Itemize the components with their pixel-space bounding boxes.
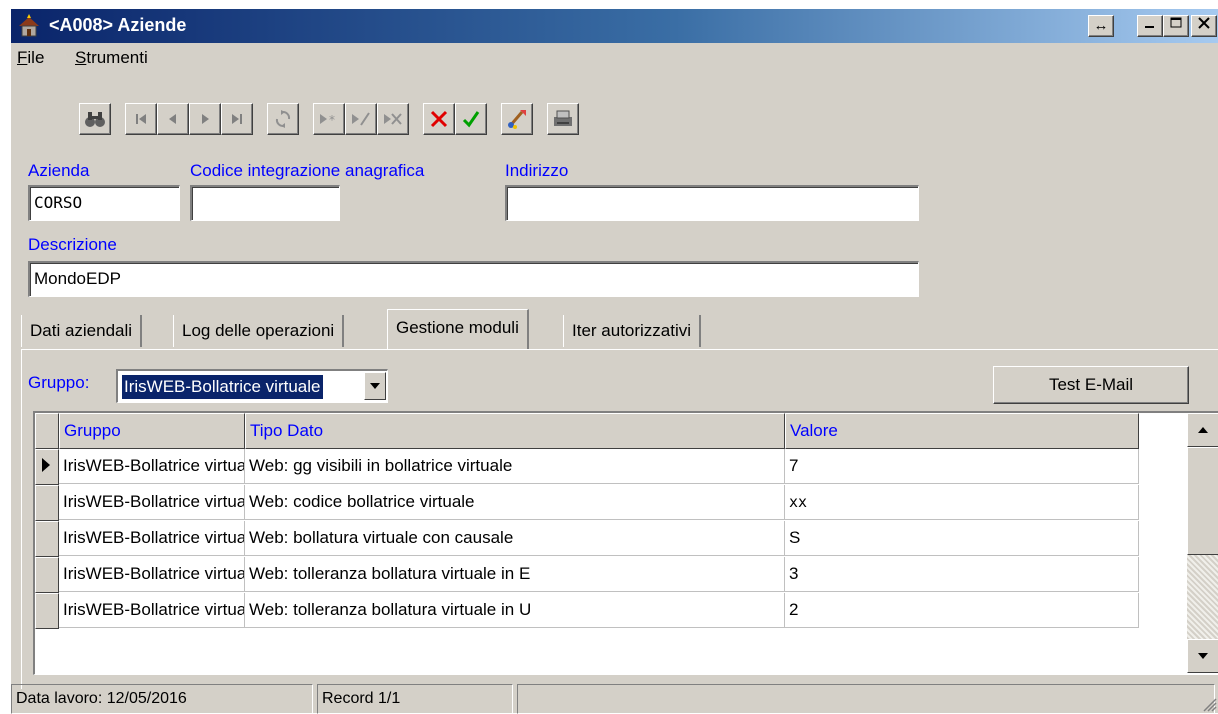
gruppo-selected-value: IrisWEB-Bollatrice virtuale [121, 374, 324, 400]
maximize-icon [1170, 17, 1182, 28]
delete-record-button[interactable] [377, 103, 409, 135]
status-data-lavoro: Data lavoro: 12/05/2016 [11, 684, 313, 714]
table-cell-gruppo[interactable]: IrisWEB-Bollatrice virtuale [59, 485, 245, 520]
edit-record-button[interactable] [345, 103, 377, 135]
moduli-grid: Gruppo Tipo Dato Valore IrisWEB-Bollatri… [33, 411, 1218, 675]
scroll-thumb[interactable] [1187, 447, 1218, 555]
codice-integrazione-field[interactable] [190, 185, 340, 221]
next-record-button[interactable] [189, 103, 221, 135]
table-cell-gruppo[interactable]: IrisWEB-Bollatrice virtuale [59, 449, 245, 484]
binoculars-icon [85, 112, 105, 127]
column-header-tipo-dato[interactable]: Tipo Dato [245, 413, 785, 449]
prev-record-button[interactable] [157, 103, 189, 135]
confirm-check-icon [462, 111, 480, 128]
azienda-label: Azienda [28, 161, 90, 180]
gruppo-label: Gruppo: [28, 373, 90, 392]
tab-log-operazioni[interactable]: Log delle operazioni [173, 315, 345, 347]
status-bar: Data lavoro: 12/05/2016 Record 1/1 [11, 682, 1218, 714]
test-email-button[interactable]: Test E-Mail [993, 366, 1189, 404]
row-indicator[interactable] [35, 449, 59, 485]
status-extra [517, 684, 1215, 714]
restore-arrow-button[interactable]: ↔ [1088, 15, 1114, 37]
edit-record-icon [352, 112, 370, 126]
descrizione-field[interactable]: MondoEDP [28, 261, 919, 297]
indirizzo-field[interactable] [505, 185, 919, 221]
refresh-button[interactable] [267, 103, 299, 135]
print-icon [554, 110, 572, 126]
window-title: <A008> Aziende [49, 15, 187, 35]
table-cell-gruppo[interactable]: IrisWEB-Bollatrice virtuale [59, 593, 245, 628]
table-cell-tipo-dato[interactable]: Web: bollatura virtuale con causale [245, 521, 785, 556]
table-cell-valore[interactable]: S [785, 521, 1139, 556]
table-cell-tipo-dato[interactable]: Web: gg visibili in bollatrice virtuale [245, 449, 785, 484]
cancel-button[interactable] [423, 103, 455, 135]
delete-record-icon [384, 113, 402, 125]
arrow-up-icon [1198, 427, 1208, 433]
refresh-icon [275, 110, 291, 128]
chevron-down-icon [370, 383, 380, 389]
tab-dati-aziendali[interactable]: Dati aziendali [21, 315, 143, 347]
tab-gestione-moduli[interactable]: Gestione moduli [387, 309, 529, 349]
menu-strumenti[interactable]: Strumenti [75, 48, 148, 68]
cancel-x-icon [430, 110, 448, 128]
menu-file[interactable]: File [17, 48, 44, 68]
resize-grip-icon[interactable] [1201, 696, 1217, 712]
clear-button[interactable] [501, 103, 533, 135]
arrow-down-icon [1198, 653, 1208, 659]
scroll-down-button[interactable] [1187, 639, 1218, 673]
last-record-button[interactable] [221, 103, 253, 135]
menu-bar: File Strumenti [11, 43, 1218, 73]
house-app-icon [19, 14, 39, 37]
first-record-icon [136, 114, 146, 124]
close-icon [1198, 17, 1210, 29]
current-row-arrow-icon [42, 458, 50, 472]
status-record: Record 1/1 [317, 684, 513, 714]
next-record-icon [202, 114, 209, 124]
azienda-field[interactable]: CORSO [28, 185, 180, 221]
last-record-icon [232, 114, 242, 124]
minimize-button[interactable] [1137, 15, 1163, 37]
row-indicator[interactable] [35, 485, 59, 521]
vertical-scrollbar[interactable] [1187, 413, 1218, 673]
eraser-brush-icon [508, 110, 526, 129]
row-indicator[interactable] [35, 557, 59, 593]
tab-iter-autorizzativi[interactable]: Iter autorizzativi [563, 315, 702, 347]
application-window: <A008> Aziende ↔ File Strumenti * Aziend… [10, 8, 1218, 714]
svg-text:*: * [329, 113, 335, 127]
descrizione-label: Descrizione [28, 235, 117, 254]
table-cell-tipo-dato[interactable]: Web: codice bollatrice virtuale [245, 485, 785, 520]
indirizzo-label: Indirizzo [505, 161, 569, 180]
search-button[interactable] [79, 103, 111, 135]
dropdown-arrow-button[interactable] [364, 372, 386, 400]
table-cell-valore[interactable]: 3 [785, 557, 1139, 592]
table-cell-tipo-dato[interactable]: Web: tolleranza bollatura virtuale in U [245, 593, 785, 628]
table-cell-gruppo[interactable]: IrisWEB-Bollatrice virtuale [59, 557, 245, 592]
title-bar[interactable]: <A008> Aziende ↔ [11, 9, 1218, 43]
new-record-icon: * [320, 113, 335, 127]
row-indicator[interactable] [35, 521, 59, 557]
confirm-button[interactable] [455, 103, 487, 135]
close-button[interactable] [1191, 15, 1217, 37]
column-header-gruppo[interactable]: Gruppo [59, 413, 245, 449]
new-record-button[interactable]: * [313, 103, 345, 135]
prev-record-icon [169, 114, 176, 124]
codice-integrazione-label: Codice integrazione anagrafica [190, 161, 425, 180]
print-button[interactable] [547, 103, 579, 135]
grid-corner [35, 413, 59, 449]
table-cell-tipo-dato[interactable]: Web: tolleranza bollatura virtuale in E [245, 557, 785, 592]
table-cell-gruppo[interactable]: IrisWEB-Bollatrice virtuale [59, 521, 245, 556]
table-cell-valore[interactable]: 2 [785, 593, 1139, 628]
gruppo-select[interactable]: IrisWEB-Bollatrice virtuale [116, 369, 388, 403]
minimize-icon [1145, 26, 1154, 28]
scroll-up-button[interactable] [1187, 413, 1218, 447]
row-indicator[interactable] [35, 593, 59, 629]
table-cell-valore[interactable]: 7 [785, 449, 1139, 484]
column-header-valore[interactable]: Valore [785, 413, 1139, 449]
table-cell-valore[interactable]: xx [785, 485, 1139, 520]
first-record-button[interactable] [125, 103, 157, 135]
maximize-button[interactable] [1163, 15, 1189, 37]
